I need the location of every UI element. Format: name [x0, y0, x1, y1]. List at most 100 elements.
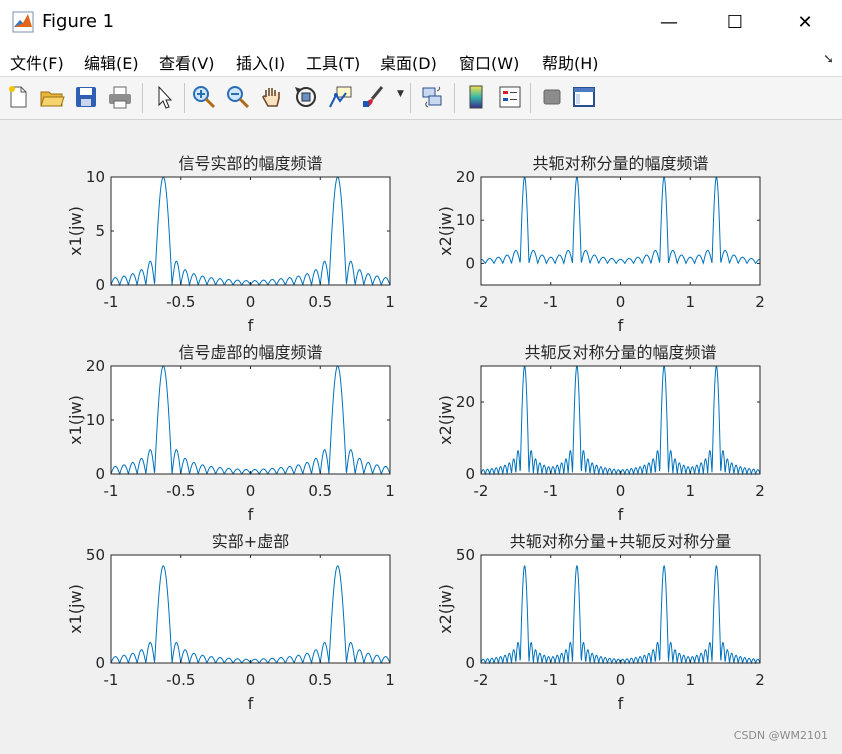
x-tick-label: 1: [685, 482, 695, 500]
x-tick-label: -0.5: [166, 293, 195, 311]
subplot-1: -1 -0.5 0 0.5 10510信号实部的幅度频谱fx1(jw): [66, 154, 395, 335]
subplot-6: -2 -1 0 1 2 0 50 共轭对称分量+共轭反对称分量 f x2(jw): [436, 532, 765, 713]
data-cursor-icon[interactable]: [326, 83, 354, 111]
menu-window[interactable]: 窗口(W): [459, 50, 519, 74]
x-tick-label: 0: [246, 293, 256, 311]
menu-insert[interactable]: 插入(I): [236, 50, 285, 74]
rotate-3d-icon[interactable]: [292, 83, 320, 111]
y-tick-label: 0: [465, 465, 475, 483]
print-icon[interactable]: [106, 83, 134, 111]
y-tick-label: 20: [456, 393, 475, 411]
menu-bar: 文件(F) 编辑(E) 查看(V) 插入(I) 工具(T) 桌面(D) 窗口(W…: [0, 44, 842, 76]
x-tick-label: 0: [246, 482, 256, 500]
subplot-title: 共轭对称分量+共轭反对称分量: [510, 532, 731, 551]
pointer-icon[interactable]: [150, 83, 178, 111]
show-plot-tools-icon[interactable]: [570, 83, 598, 111]
window-title: Figure 1: [42, 11, 115, 32]
y-tick-label: 5: [95, 222, 105, 240]
y-tick-label: 50: [86, 546, 105, 564]
x-tick-label: -0.5: [166, 482, 195, 500]
brush-dropdown-icon[interactable]: ▼: [397, 89, 404, 99]
x-axis-label: f: [248, 316, 254, 335]
subplot-title: 信号实部的幅度频谱: [178, 154, 322, 173]
colorbar-icon[interactable]: [462, 83, 490, 111]
subplot-5: -1 -0.5 0 0.5 1 0 50 实部+虚部 f x1(jw): [66, 532, 395, 713]
y-tick-label: 0: [465, 254, 475, 272]
menu-desktop[interactable]: 桌面(D): [380, 50, 437, 74]
x-tick-label: 0.5: [308, 671, 332, 689]
x-tick-label: -1: [104, 671, 119, 689]
open-file-icon[interactable]: [38, 83, 66, 111]
x-tick-label: 1: [385, 293, 395, 311]
x-tick-label: 0: [616, 671, 626, 689]
x-tick-label: 0.5: [308, 293, 332, 311]
link-plot-icon[interactable]: [418, 83, 446, 111]
title-bar: Figure 1 — ☐ ✕: [0, 0, 842, 44]
y-axis-label: x2(jw): [436, 206, 455, 256]
x-tick-label: -0.5: [166, 671, 195, 689]
x-tick-label: -1: [543, 293, 558, 311]
x-tick-label: -1: [543, 671, 558, 689]
legend-icon[interactable]: [496, 83, 524, 111]
subplot-title: 共轭对称分量的幅度频谱: [532, 154, 708, 173]
pan-hand-icon[interactable]: [258, 83, 286, 111]
x-tick-label: -1: [104, 293, 119, 311]
x-tick-label: -2: [474, 293, 489, 311]
x-axis-label: f: [248, 505, 254, 524]
toolbar-separator: [530, 83, 531, 113]
y-tick-label: 0: [95, 654, 105, 672]
x-tick-label: -2: [474, 482, 489, 500]
y-axis-label: x2(jw): [436, 584, 455, 634]
x-tick-label: 2: [755, 293, 765, 311]
toolbar-separator: [454, 83, 455, 113]
x-axis-label: f: [248, 694, 254, 713]
x-axis-label: f: [618, 694, 624, 713]
minimize-button[interactable]: —: [646, 6, 692, 38]
toolbar-separator: [142, 83, 143, 113]
y-tick-label: 50: [456, 546, 475, 564]
brush-icon[interactable]: [360, 83, 388, 111]
dock-arrow-icon[interactable]: ➘: [823, 52, 834, 67]
y-tick-label: 10: [86, 411, 105, 429]
subplot-2: -2 -1 0 1 201020共轭对称分量的幅度频谱fx2(jw): [436, 154, 765, 335]
close-button[interactable]: ✕: [782, 6, 828, 38]
hide-plot-tools-icon[interactable]: [538, 83, 566, 111]
figure-toolbar: ▼: [0, 76, 842, 120]
y-axis-label: x2(jw): [436, 395, 455, 445]
x-tick-label: 0: [616, 293, 626, 311]
x-tick-label: -2: [474, 671, 489, 689]
x-tick-label: -1: [543, 482, 558, 500]
y-tick-label: 0: [95, 465, 105, 483]
y-tick-label: 10: [86, 168, 105, 186]
subplot-grid: -1 -0.5 0 0.5 10510信号实部的幅度频谱fx1(jw)-2 -1 0 1 201…: [66, 154, 765, 713]
menu-file[interactable]: 文件(F): [10, 50, 64, 74]
zoom-out-icon[interactable]: [224, 83, 252, 111]
subplot-title: 共轭反对称分量的幅度频谱: [524, 343, 716, 362]
maximize-button[interactable]: ☐: [712, 6, 758, 38]
x-tick-label: 1: [385, 671, 395, 689]
subplot-4: -2 -1 0 1 2020共轭反对称分量的幅度频谱fx2(jw): [436, 343, 765, 524]
y-axis-label: x1(jw): [66, 395, 85, 445]
y-tick-label: 0: [95, 276, 105, 294]
y-axis-label: x1(jw): [66, 584, 85, 634]
menu-view[interactable]: 查看(V): [159, 50, 214, 74]
x-tick-label: -1: [104, 482, 119, 500]
matlab-logo-icon: [12, 11, 34, 33]
toolbar-separator: [410, 83, 411, 113]
subplot-title: 实部+虚部: [212, 532, 289, 551]
menu-tools[interactable]: 工具(T): [306, 50, 360, 74]
x-tick-label: 0: [616, 482, 626, 500]
new-figure-icon[interactable]: [4, 83, 32, 111]
y-tick-label: 20: [86, 357, 105, 375]
save-icon[interactable]: [72, 83, 100, 111]
subplot-3: -1 -0.5 0 0.5 101020信号虚部的幅度频谱fx1(jw): [66, 343, 395, 524]
x-tick-label: 1: [685, 293, 695, 311]
menu-edit[interactable]: 编辑(E): [84, 50, 139, 74]
maximize-icon: ☐: [726, 11, 744, 33]
y-tick-label: 10: [456, 211, 475, 229]
subplot-title: 信号虚部的幅度频谱: [178, 343, 322, 362]
menu-help[interactable]: 帮助(H): [542, 50, 599, 74]
x-tick-label: 0.5: [308, 482, 332, 500]
x-axis-label: f: [618, 505, 624, 524]
zoom-in-icon[interactable]: [190, 83, 218, 111]
